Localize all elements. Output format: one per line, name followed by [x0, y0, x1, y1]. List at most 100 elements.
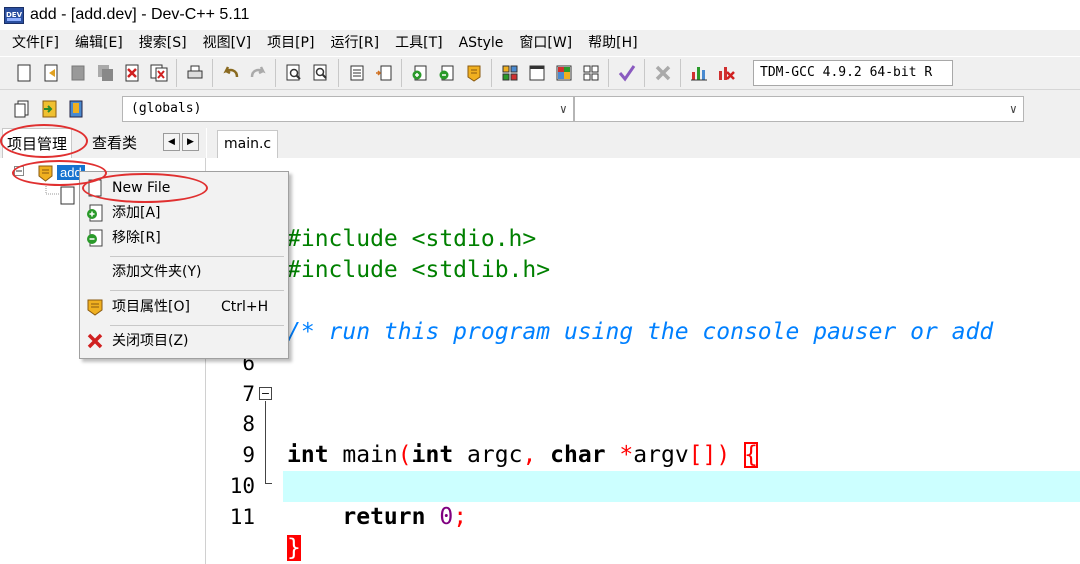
toolbar-group-search [275, 59, 338, 87]
replace-button[interactable] [309, 62, 332, 85]
goto-definition-icon [42, 100, 56, 118]
menu-item-add-folder[interactable]: 添加文件夹(Y) [80, 260, 288, 284]
project-options-button[interactable] [462, 62, 485, 85]
add-file-icon [87, 204, 103, 222]
new-file-icon [17, 64, 30, 82]
toolbar-group-file [6, 59, 176, 87]
window-button[interactable] [525, 62, 548, 85]
check-syntax-button[interactable] [615, 62, 638, 85]
print-button[interactable] [183, 62, 206, 85]
menu-view[interactable]: 视图[V] [195, 30, 260, 56]
toolbar-group-indent [338, 59, 401, 87]
menu-file[interactable]: 文件[F] [4, 30, 67, 56]
remove-from-project-button[interactable] [435, 62, 458, 85]
menu-item-add[interactable]: 添加[A] [80, 201, 288, 225]
close-all-button[interactable] [147, 62, 170, 85]
main-toolbar: TDM-GCC 4.9.2 64-bit R [0, 56, 1080, 90]
code-line-4: 4 /* run this program using the console … [207, 255, 1080, 345]
code-line-11: 11 } [207, 471, 1080, 561]
tab-main-c[interactable]: main.c [217, 130, 279, 158]
menu-item-shortcut: Ctrl+H [221, 299, 269, 315]
globals-combo[interactable]: (globals) ∨ [122, 96, 574, 122]
tab-scroll-left-button[interactable]: ◀ [163, 133, 180, 151]
add-to-project-button[interactable] [408, 62, 431, 85]
delete-profile-button[interactable] [714, 62, 737, 85]
redo-button[interactable] [246, 62, 269, 85]
menu-project[interactable]: 项目[P] [259, 30, 322, 56]
menu-edit[interactable]: 编辑[E] [67, 30, 131, 56]
bookmark-button[interactable] [64, 98, 87, 121]
replace-icon [313, 64, 327, 81]
find-button[interactable] [282, 62, 305, 85]
grid-button[interactable] [579, 62, 602, 85]
color-grid-button[interactable] [552, 62, 575, 85]
fold-end [265, 483, 272, 484]
code-line-7: 7 [207, 348, 1080, 406]
save-icon [71, 65, 84, 81]
compiler-select[interactable]: TDM-GCC 4.9.2 64-bit R [753, 60, 953, 86]
printer-icon [187, 65, 202, 79]
goto-declaration-button[interactable] [10, 98, 33, 121]
grid-icon [583, 65, 598, 81]
indent-button[interactable] [345, 62, 368, 85]
open-button[interactable] [39, 62, 62, 85]
unindent-button[interactable] [372, 62, 395, 85]
undo-button[interactable] [219, 62, 242, 85]
tree-connector [45, 186, 61, 204]
code-line-6: 6 [207, 317, 1080, 375]
save-button[interactable] [66, 62, 89, 85]
menu-window[interactable]: 窗口[W] [511, 30, 580, 56]
project-options-icon [467, 65, 480, 82]
chevron-down-icon: ∨ [559, 102, 567, 116]
menu-item-project-options[interactable]: 项目属性[O] Ctrl+H [80, 295, 288, 319]
menu-run[interactable]: 运行[R] [322, 30, 387, 56]
profile-button[interactable] [687, 62, 710, 85]
fold-line [265, 401, 266, 484]
add-to-project-icon [412, 65, 426, 81]
tab-scroll-right-button[interactable]: ▶ [182, 133, 199, 151]
members-combo[interactable]: ∨ [574, 96, 1024, 122]
code-line-3: 3 [207, 224, 1080, 282]
code-line-2: 2 #include <stdlib.h> [207, 193, 1080, 283]
menu-help[interactable]: 帮助[H] [580, 30, 645, 56]
goto-definition-button[interactable] [37, 98, 60, 121]
toolbar-group-undo [212, 59, 275, 87]
open-icon [44, 64, 57, 82]
menu-item-close-project[interactable]: 关闭项目(Z) [80, 329, 288, 353]
title-bar: DEV add - [add.dev] - Dev-C++ 5.11 [0, 0, 1080, 30]
tile-icon [502, 65, 517, 81]
menu-separator [110, 256, 284, 257]
line-number: 11 [229, 505, 255, 529]
undo-icon [222, 66, 238, 78]
toolbar-group-profile [680, 59, 743, 87]
annotation-circle [82, 173, 208, 203]
devcpp-app-icon: DEV [4, 6, 24, 24]
close-all-icon [150, 64, 167, 82]
menu-separator [110, 290, 284, 291]
tile-button[interactable] [498, 62, 521, 85]
toolbar-group-project [401, 59, 491, 87]
code-text: } [287, 535, 301, 561]
save-all-icon [97, 65, 113, 81]
menu-astyle[interactable]: AStyle [451, 30, 512, 56]
code-line-1: 1 #include <stdio.h> [207, 162, 1080, 252]
file-node-icon[interactable] [60, 186, 76, 210]
menu-tools[interactable]: 工具[T] [387, 30, 450, 56]
toolbar-group-compile [644, 59, 680, 87]
menu-item-label: 项目属性[O] [112, 299, 190, 315]
code-line-5: 5 [207, 286, 1080, 344]
fold-toggle[interactable]: − [259, 387, 272, 400]
close-icon [87, 333, 103, 349]
code-editor[interactable]: 1 #include <stdio.h> 2 #include <stdlib.… [207, 158, 1080, 564]
project-options-icon [87, 299, 103, 316]
menu-item-remove[interactable]: 移除[R] [80, 226, 288, 250]
bookmark-icon [69, 100, 82, 118]
code-text: return 0; [342, 504, 468, 530]
new-file-button[interactable] [12, 62, 35, 85]
indent-icon [350, 65, 363, 81]
close-file-button[interactable] [120, 62, 143, 85]
save-all-button[interactable] [93, 62, 116, 85]
stop-button[interactable] [651, 62, 674, 85]
tab-class-browser[interactable]: 查看类 [88, 128, 141, 158]
menu-search[interactable]: 搜索[S] [131, 30, 195, 56]
